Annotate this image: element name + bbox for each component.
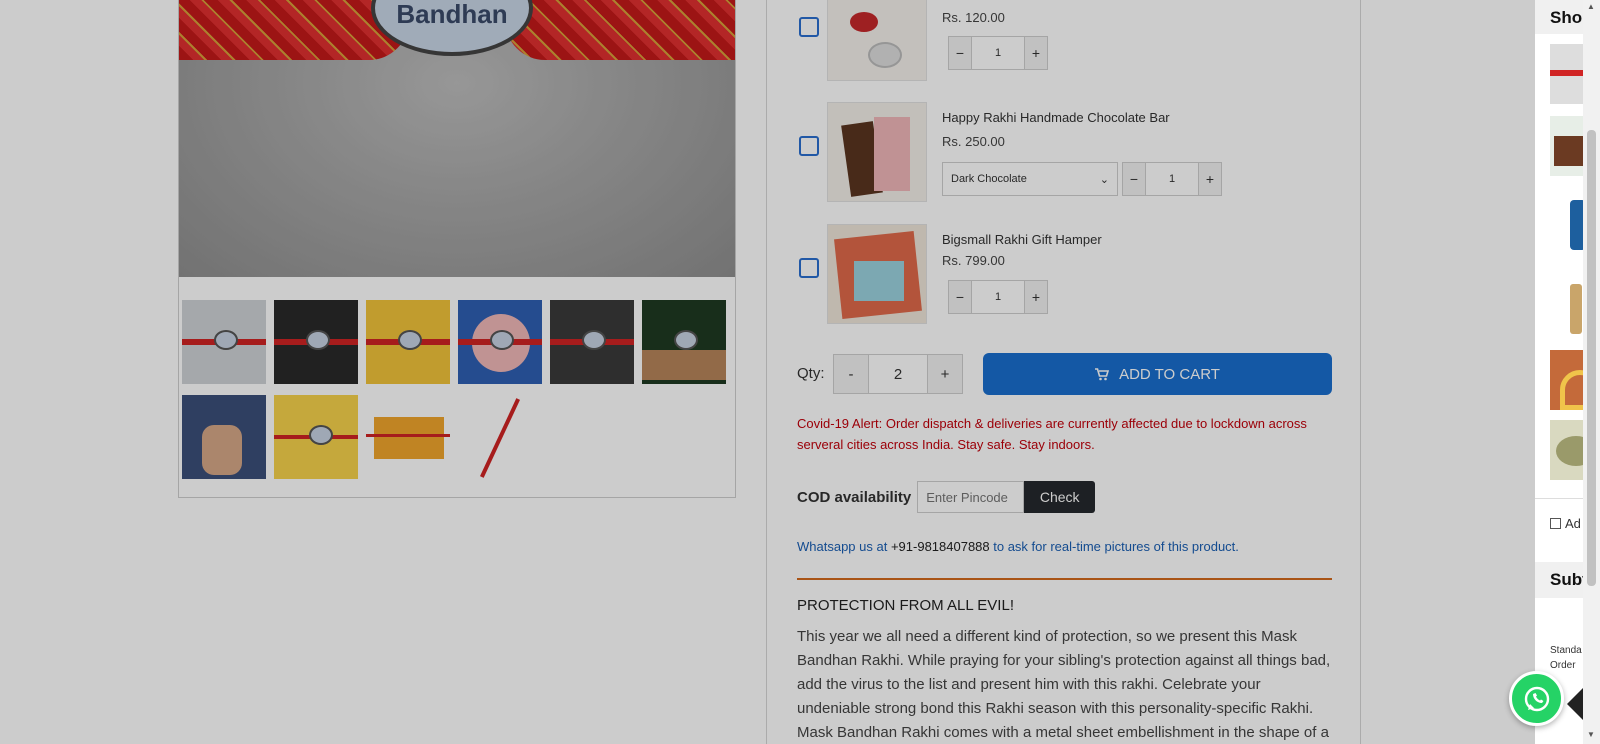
shipping-note-line1: Standa [1550,645,1582,656]
addon-price: Rs. 250.00 [942,134,1005,149]
rakhi-cord-right [505,0,735,60]
section-divider [797,578,1332,580]
addon-qty-value[interactable]: 1 [971,37,1025,69]
addon-name[interactable]: Bigsmall Rakhi Gift Hamper [942,232,1102,247]
thumbnail-10[interactable] [458,395,542,479]
whatsapp-info[interactable]: Whatsapp us at +91-9818407888 to ask for… [797,539,1239,554]
whatsapp-prefix: Whatsapp us at [797,539,891,554]
addon-image [827,102,927,202]
column-divider-right [1360,0,1361,744]
column-divider [766,0,767,744]
plus-icon[interactable]: + [1025,281,1047,313]
variant-value: Dark Chocolate [951,173,1027,185]
thumbnail-7[interactable] [182,395,266,479]
product-gallery: Bandhan [178,0,736,498]
accessory-option[interactable]: Ad [1550,516,1581,531]
chevron-down-icon: ⌄ [1099,173,1109,186]
addon-variant-select[interactable]: Dark Chocolate ⌄ [942,162,1118,196]
shipping-note-line2: Order [1550,660,1576,671]
pincode-input[interactable] [917,481,1025,513]
cod-label: COD availability [797,488,912,506]
cart-icon [1095,367,1110,380]
addon-quantity-stepper[interactable]: − 1 + [1122,162,1222,196]
addon-quantity-stepper[interactable]: − 1 + [948,36,1048,70]
thumbnail-5[interactable] [550,300,634,384]
whatsapp-suffix: to ask for real-time pictures of this pr… [989,539,1239,554]
addon-name[interactable]: Happy Rakhi Handmade Chocolate Bar [942,110,1170,125]
addon-image [827,224,927,324]
qty-plus-button[interactable]: + [928,355,962,393]
whatsapp-chat-button[interactable] [1509,671,1564,726]
qty-minus-button[interactable]: - [834,355,868,393]
addon-item: Bigsmall Rakhi Gift Hamper Rs. 799.00 − … [797,224,1337,324]
thumbnail-1[interactable] [182,300,266,384]
whatsapp-number[interactable]: +91-9818407888 [891,539,990,554]
description-heading: PROTECTION FROM ALL EVIL! [797,597,1014,614]
scrollbar[interactable]: ▲ ▼ [1583,0,1600,744]
cod-check: COD availability Check [797,481,1096,513]
thumbnail-4[interactable] [458,300,542,384]
thumbnail-6[interactable] [642,300,726,384]
drawer-toggle-icon[interactable] [1567,688,1583,720]
addon-price: Rs. 120.00 [942,10,1005,25]
minus-icon[interactable]: − [949,281,971,313]
charm-text: Bandhan [396,0,508,29]
qty-value[interactable]: 2 [868,355,928,393]
thumbnail-2[interactable] [274,300,358,384]
plus-icon[interactable]: + [1025,37,1047,69]
addon-image [827,0,927,81]
thumbnail-8[interactable] [274,395,358,479]
qty-label: Qty: [797,365,825,382]
addon-item: Happy Rakhi Handmade Chocolate Bar Rs. 2… [797,102,1337,202]
addon-qty-value[interactable]: 1 [971,281,1025,313]
addon-quantity-stepper[interactable]: − 1 + [948,280,1048,314]
addon-qty-value[interactable]: 1 [1145,163,1199,195]
minus-icon[interactable]: − [949,37,971,69]
thumbnail-9[interactable] [366,395,450,479]
main-product-image[interactable]: Bandhan [179,0,735,277]
check-button[interactable]: Check [1024,481,1096,513]
description-body: This year we all need a different kind o… [797,628,1331,741]
thumbnail-3[interactable] [366,300,450,384]
accessory-label: Ad [1565,516,1581,531]
quantity-stepper[interactable]: - 2 + [833,354,963,394]
scrollbar-thumb[interactable] [1587,130,1596,586]
addon-item: Rs. 120.00 − 1 + [797,0,1337,81]
addon-checkbox[interactable] [799,17,819,37]
scroll-up-icon[interactable]: ▲ [1587,2,1595,11]
add-to-cart-label: ADD TO CART [1119,365,1220,383]
shipping-note: Standa Order [1550,643,1582,673]
covid-alert: Covid-19 Alert: Order dispatch & deliver… [797,416,1307,452]
plus-icon[interactable]: + [1199,163,1221,195]
scroll-down-icon[interactable]: ▼ [1587,730,1595,739]
add-to-cart-button[interactable]: ADD TO CART [983,353,1332,395]
addon-price: Rs. 799.00 [942,253,1005,268]
accessory-checkbox[interactable] [1550,518,1561,529]
whatsapp-icon [1524,686,1549,711]
purchase-row: Qty: - 2 + ADD TO CART [797,353,1332,395]
product-page: Bandhan Rs. 120.00 − 1 + Happy Rakhi Han… [0,0,1600,744]
minus-icon[interactable]: − [1123,163,1145,195]
addon-checkbox[interactable] [799,136,819,156]
thumbnail-grid [182,300,732,479]
addon-checkbox[interactable] [799,258,819,278]
